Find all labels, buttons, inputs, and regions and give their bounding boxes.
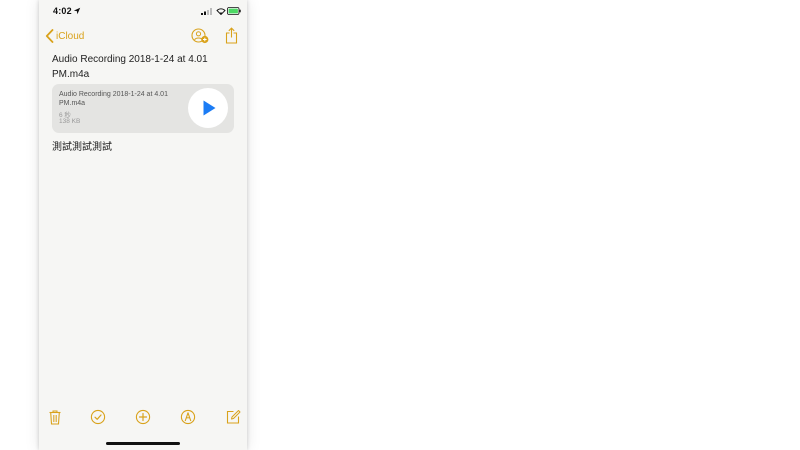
trash-icon[interactable] [47,409,63,425]
pen-markup-icon[interactable] [180,409,196,425]
home-indicator[interactable] [106,442,180,445]
status-bar: 4:02 [39,0,247,22]
notes-app-window: 4:02 iCloud Audio Recording 2018-1-24 at… [39,0,247,450]
attachment-name: Audio Recording 2018-1-24 at 4.01 PM.m4a [59,91,168,107]
play-button[interactable] [188,88,228,128]
chevron-left-icon [45,29,54,43]
note-body[interactable]: 測試測試測試 [52,138,112,153]
compose-icon[interactable] [225,409,241,425]
add-people-icon[interactable] [191,28,209,44]
cellular-signal-icon [201,8,212,15]
note-title[interactable]: Audio Recording 2018-1-24 at 4.01 PM.m4a [52,52,237,82]
battery-icon [227,7,241,15]
audio-attachment[interactable]: Audio Recording 2018-1-24 at 4.01 PM.m4a… [52,84,234,133]
attachment-size: 138 KB [59,118,81,125]
back-label: iCloud [56,30,85,42]
status-time: 4:02 [53,6,72,16]
location-arrow-icon [73,7,81,15]
share-icon[interactable] [225,27,238,44]
wifi-icon [216,8,226,15]
checklist-icon[interactable] [90,409,106,425]
plus-circle-icon[interactable] [135,409,151,425]
play-icon [203,100,216,116]
bottom-toolbar [39,409,247,429]
screen: 4:02 iCloud Audio Recording 2018-1-24 at… [0,0,800,450]
back-button[interactable]: iCloud [45,28,84,44]
